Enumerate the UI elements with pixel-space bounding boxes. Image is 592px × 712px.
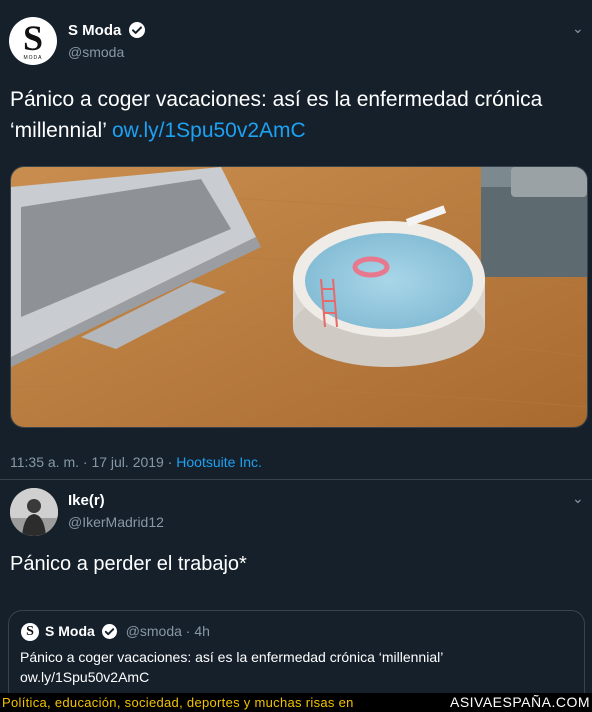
avatar-subtext: MODA [23, 55, 43, 61]
quote-line-1: Pánico a coger vacaciones: así es la enf… [20, 649, 444, 665]
chevron-down-icon[interactable]: ⌄ [572, 20, 584, 37]
footer-text: Política, educación, sociedad, deportes … [2, 695, 354, 710]
verified-icon [102, 624, 118, 639]
tweet-source[interactable]: Hootsuite Inc. [176, 454, 262, 470]
verified-icon [128, 22, 145, 38]
avatar-letter: S [22, 18, 44, 58]
tweet-author-row: S Moda [68, 22, 145, 40]
tweet-meta: 11:35 a. m. · 17 jul. 2019 · Hootsuite I… [10, 454, 262, 470]
quote-author-row: S Moda @smoda · 4h [45, 623, 210, 641]
reply-author-name[interactable]: Ike(r) [68, 492, 105, 509]
chevron-down-icon[interactable]: ⌄ [572, 490, 584, 507]
quote-avatar: S [21, 623, 39, 641]
laptop-pool-illustration-icon [11, 167, 587, 427]
quote-text: Pánico a coger vacaciones: así es la enf… [20, 647, 570, 687]
tweet-text: Pánico a coger vacaciones: así es la enf… [10, 84, 580, 146]
person-photo-icon [10, 488, 58, 536]
quote-author-name: S Moda [45, 623, 95, 639]
quote-line-2[interactable]: ow.ly/1Spu50v2AmC [20, 667, 570, 687]
tweet-link[interactable]: ow.ly/1Spu50v2AmC [112, 119, 306, 142]
iker-avatar[interactable] [10, 488, 58, 536]
tweet-author-handle[interactable]: @smoda [68, 44, 124, 60]
footer-banner: Política, educación, sociedad, deportes … [0, 693, 592, 712]
divider [0, 479, 592, 480]
tweet-author-name[interactable]: S Moda [68, 22, 121, 39]
tweet-image[interactable] [10, 166, 588, 428]
reply-text: Pánico a perder el trabajo* [10, 553, 247, 575]
reply-author-handle[interactable]: @IkerMadrid12 [68, 514, 164, 530]
quote-author-handle: @smoda · 4h [125, 623, 210, 639]
footer-brand: ASIVAESPAÑA.COM [449, 694, 590, 710]
smoda-avatar[interactable]: S MODA [9, 17, 57, 65]
tweet-timestamp[interactable]: 11:35 a. m. · 17 jul. 2019 · [10, 454, 172, 470]
